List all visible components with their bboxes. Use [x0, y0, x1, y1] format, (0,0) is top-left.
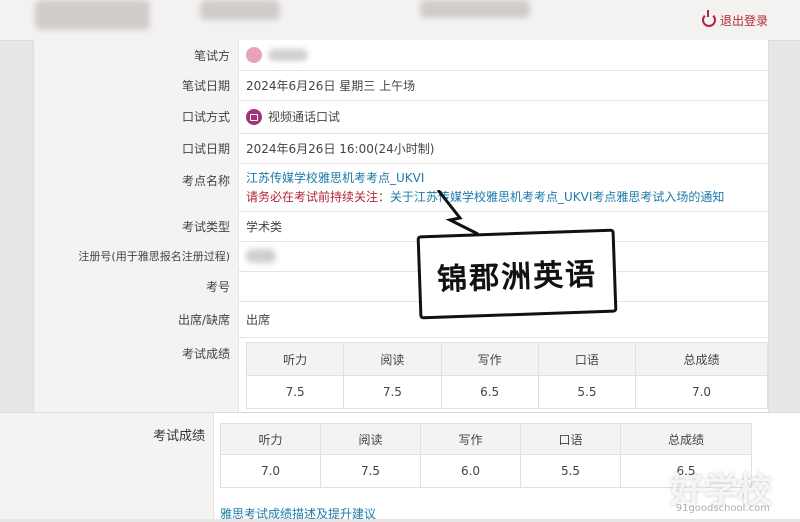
test-type-icon	[246, 47, 262, 63]
score-header: 总成绩	[620, 423, 752, 455]
speech-bubble: 锦郡洲英语	[416, 228, 618, 320]
candidate-number-label: 考号	[34, 271, 239, 301]
oral-date-row: 口试日期 2024年6月26日 16:00(24小时制)	[34, 133, 768, 164]
registration-label: 注册号(用于雅思报名注册过程)	[34, 241, 239, 271]
blurred-info	[268, 49, 308, 61]
attendance-label: 出席/缺席	[34, 301, 239, 337]
blurred-info	[200, 0, 280, 20]
score-header: 听力	[245, 342, 345, 376]
exam-type-label: 考试类型	[34, 211, 239, 241]
test-center-link[interactable]: 江苏传媒学校雅思机考考点_UKVI	[246, 169, 424, 186]
test-center-label: 考点名称	[34, 163, 239, 211]
score-cell: 7.5	[245, 375, 345, 409]
exam-type-row: 考试类型 学术类	[34, 211, 768, 242]
second-score-label: 考试成绩	[152, 429, 205, 444]
written-date-value: 2024年6月26日 星期三 上午场	[246, 78, 416, 93]
oral-mode-row: 口试方式 视频通话口试	[34, 100, 768, 134]
scores-label: 考试成绩	[34, 337, 239, 412]
score-cell: 6.5	[440, 375, 539, 409]
score-header: 写作	[420, 423, 521, 455]
written-test-label: 笔试方	[34, 40, 239, 70]
score-table-1: 听力 阅读 写作 口语 总成绩 7.5 7.5 6.5 5.5 7.0	[245, 342, 768, 409]
score-cell: 5.5	[520, 454, 621, 488]
score-cell: 5.5	[537, 375, 637, 409]
score-cell: 7.5	[343, 375, 442, 409]
attendance-row: 出席/缺席 出席	[34, 301, 768, 338]
test-center-row: 考点名称 江苏传媒学校雅思机考考点_UKVI 请务必在考试前持续关注：关于江苏传…	[34, 163, 768, 212]
logout-label: 退出登录	[719, 13, 768, 28]
score-cell: 6.0	[420, 454, 521, 488]
candidate-number-row: 考号	[34, 271, 768, 302]
top-bar: 退出登录	[0, 0, 800, 41]
blurred-info	[420, 0, 530, 18]
blurred-info	[35, 0, 150, 30]
score-header: 阅读	[320, 423, 421, 455]
score-cell: 7.5	[320, 454, 421, 488]
score-cell: 7.0	[220, 454, 321, 488]
score-header: 写作	[440, 342, 539, 376]
blurred-info	[246, 249, 276, 263]
oral-mode-value: 视频通话口试	[268, 110, 341, 124]
watermark-url: 91goodschool.com	[675, 503, 770, 514]
logout-button[interactable]: 退出登录	[670, 0, 800, 40]
exam-info-panel: 笔试方 笔试日期 2024年6月26日 星期三 上午场 口试方式 视频通话口试 …	[33, 40, 769, 412]
written-test-row: 笔试方	[34, 40, 768, 71]
registration-row: 注册号(用于雅思报名注册过程)	[34, 241, 768, 272]
score-header: 总成绩	[635, 342, 768, 376]
score-header: 听力	[220, 423, 321, 455]
score-cell: 7.0	[635, 375, 768, 409]
oral-mode-label: 口试方式	[34, 100, 239, 133]
second-score-label-cell: 考试成绩	[0, 413, 214, 519]
scores-row: 考试成绩 听力 阅读 写作 口语 总成绩 7.5 7.5 6.5 5.5 7.0	[34, 337, 768, 412]
exam-type-value: 学术类	[246, 219, 283, 234]
video-call-icon	[246, 108, 262, 125]
written-date-label: 笔试日期	[34, 70, 239, 100]
written-date-row: 笔试日期 2024年6月26日 星期三 上午场	[34, 70, 768, 101]
power-icon	[701, 10, 716, 27]
attendance-value: 出席	[246, 312, 271, 327]
oral-date-value: 2024年6月26日 16:00(24小时制)	[246, 141, 435, 156]
score-header: 口语	[537, 342, 637, 376]
score-header: 阅读	[343, 342, 442, 376]
score-description-link[interactable]: 雅思考试成绩描述及提升建议	[220, 505, 376, 522]
score-header: 口语	[520, 423, 621, 455]
oral-date-label: 口试日期	[34, 133, 239, 163]
notice-prefix: 请务必在考试前持续关注：	[246, 190, 391, 204]
